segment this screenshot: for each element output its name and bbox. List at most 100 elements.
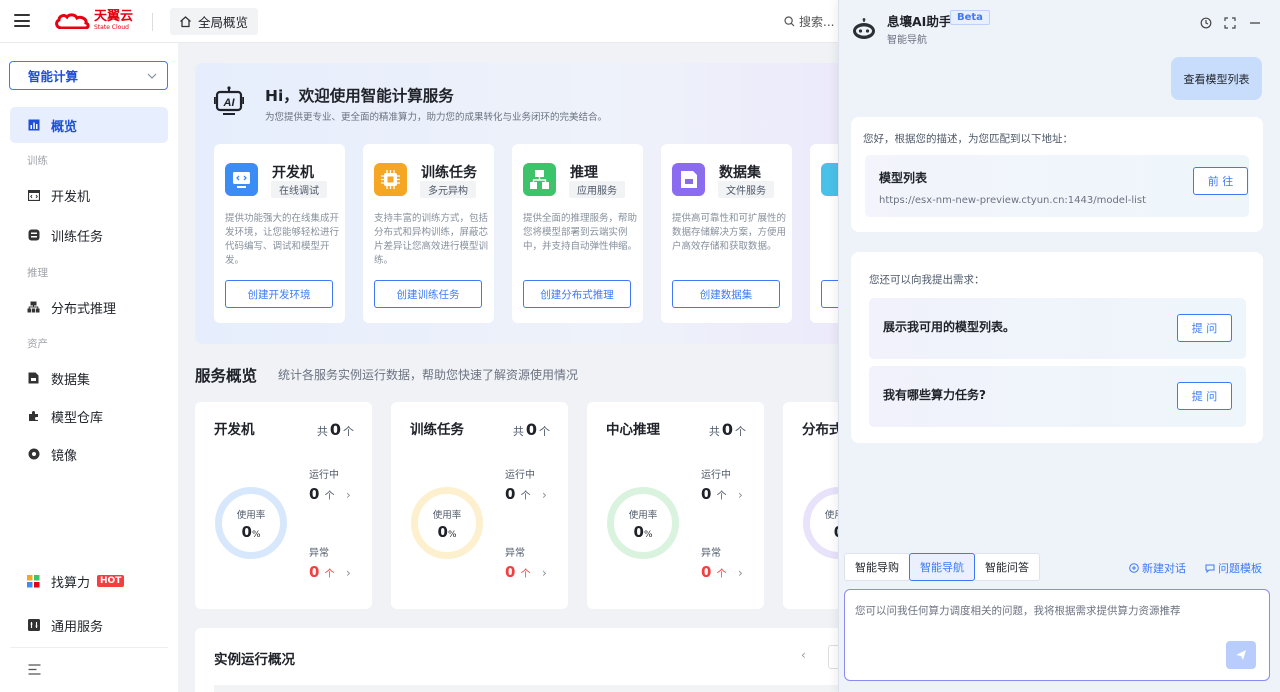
sidebar-item-label: 通用服务 bbox=[51, 619, 104, 635]
stat-card-training: 训练任务 共0个 使用率 0% 运行中 0 个 › 异常 0 个 › bbox=[391, 402, 568, 609]
result-url[interactable]: https://esx-nm-new-preview.ctyun.cn:1443… bbox=[879, 195, 1146, 206]
feature-card-desc: 提供全面的推理服务，帮助您将模型部署到云端实例中，并支持自动弹性伸缩。 bbox=[523, 213, 638, 252]
sidebar-item-label: 训练任务 bbox=[51, 229, 104, 245]
error-value: 0 个 bbox=[505, 563, 531, 581]
chevron-right-icon[interactable]: › bbox=[346, 488, 351, 502]
sidebar-item-dataset[interactable]: 数据集 bbox=[10, 360, 168, 396]
sidebar-item-overview[interactable]: 概览 bbox=[10, 107, 168, 143]
create-dev-env-button[interactable]: 创建开发环境 bbox=[225, 280, 333, 308]
suggestion-panel: 您还可以向我提出需求： 展示我可用的模型列表。 提 问 我有哪些算力任务? 提 … bbox=[851, 252, 1263, 443]
home-icon bbox=[180, 16, 191, 28]
sidebar-item-label: 概览 bbox=[51, 119, 78, 135]
cloud-logo-icon bbox=[55, 13, 90, 29]
sidebar-item-label: 找算力 bbox=[51, 575, 91, 591]
ask-hint: 您还可以向我提出需求： bbox=[869, 274, 985, 286]
logo-text: 天翼云 bbox=[94, 9, 134, 24]
tab-smart-navigation[interactable]: 智能导航 bbox=[909, 553, 975, 581]
usage-value: 0% bbox=[241, 523, 261, 541]
question-templates-button[interactable]: 问题模板 bbox=[1205, 560, 1262, 576]
send-button[interactable] bbox=[1226, 641, 1256, 669]
new-chat-label: 新建对话 bbox=[1142, 562, 1186, 575]
stat-total: 共0个 bbox=[708, 420, 746, 439]
section-label-training: 训练 bbox=[27, 155, 48, 167]
welcome-title: Hi，欢迎使用智能计算服务 bbox=[265, 87, 454, 105]
table-header bbox=[214, 685, 848, 692]
feature-card-desc: 提供功能强大的在线集成开发环境，让您能够轻松进行代码编写、调试和模型开发。 bbox=[225, 213, 340, 266]
user-message: 查看模型列表 bbox=[1171, 57, 1262, 100]
feature-card-tag: 应用服务 bbox=[569, 181, 625, 198]
running-value: 0 个 bbox=[505, 485, 531, 503]
stat-card-title: 中心推理 bbox=[606, 422, 660, 438]
history-icon[interactable] bbox=[1199, 16, 1213, 30]
ask-button[interactable]: 提 问 bbox=[1177, 314, 1232, 342]
fullscreen-icon[interactable] bbox=[1223, 16, 1237, 30]
sidebar-item-model-repo[interactable]: 模型仓库 bbox=[10, 398, 168, 434]
image-icon bbox=[27, 448, 40, 461]
svg-text:AI: AI bbox=[223, 97, 236, 109]
overview-subtitle: 统计各服务实例运行数据，帮助您快速了解资源使用情况 bbox=[278, 368, 579, 382]
tab-smart-qa[interactable]: 智能问答 bbox=[974, 553, 1040, 581]
sidebar-item-general-service[interactable]: 通用服务 bbox=[10, 607, 168, 643]
usage-ring: 使用率 0% bbox=[411, 487, 483, 559]
general-service-icon bbox=[27, 619, 40, 632]
instance-overview: 实例运行概况 ‹ bbox=[195, 628, 848, 692]
search-icon bbox=[784, 16, 795, 27]
logo-subtext: State Cloud bbox=[94, 24, 129, 31]
sidebar-item-training-task[interactable]: 训练任务 bbox=[10, 217, 168, 253]
running-value: 0 个 bbox=[309, 485, 335, 503]
feature-card-desc: 提供高可靠性和可扩展性的数据存储解决方案，方便用户高效存储和获取数据。 bbox=[672, 213, 787, 252]
train-task-icon bbox=[27, 229, 40, 242]
welcome-subtitle: 为您提供更专业、更全面的精准算力，助力您的成果转化与业务闭环的完美结合。 bbox=[265, 112, 608, 123]
usage-ring: 使用率 0% bbox=[215, 487, 287, 559]
find-power-icon bbox=[27, 574, 40, 588]
result-card: 模型列表 https://esx-nm-new-preview.ctyun.cn… bbox=[865, 155, 1249, 217]
assistant-reply: 您好，根据您的描述，为您匹配到以下地址： 模型列表 https://esx-nm… bbox=[851, 117, 1263, 232]
search-box[interactable]: 搜索... bbox=[770, 8, 848, 35]
section-label-inference: 推理 bbox=[27, 267, 48, 279]
sidebar-item-label: 模型仓库 bbox=[51, 410, 104, 426]
beta-badge: Beta bbox=[950, 10, 990, 25]
feature-card-desc: 支持丰富的训练方式，包括分布式和异构训练，屏蔽芯片差异让您高效进行模型训练。 bbox=[374, 213, 489, 266]
breadcrumb-label: 全局概览 bbox=[198, 15, 249, 30]
create-distributed-inference-button[interactable]: 创建分布式推理 bbox=[523, 280, 631, 308]
minimize-icon[interactable] bbox=[1248, 16, 1262, 30]
chevron-right-icon[interactable]: › bbox=[542, 488, 547, 502]
running-label: 运行中 bbox=[309, 470, 339, 481]
chevron-right-icon[interactable]: › bbox=[542, 566, 547, 580]
go-button[interactable]: 前 往 bbox=[1193, 167, 1248, 195]
question-text: 我有哪些算力任务? bbox=[883, 388, 986, 402]
ask-button[interactable]: 提 问 bbox=[1177, 382, 1232, 410]
collapse-sidebar-icon[interactable] bbox=[28, 664, 41, 678]
usage-label: 使用率 bbox=[236, 510, 266, 521]
usage-label: 使用率 bbox=[628, 510, 658, 521]
usage-value: 0% bbox=[633, 523, 653, 541]
create-training-task-button[interactable]: 创建训练任务 bbox=[374, 280, 482, 308]
chevron-right-icon[interactable]: › bbox=[738, 566, 743, 580]
feature-card-inference: 推理 应用服务 提供全面的推理服务，帮助您将模型部署到云端实例中，并支持自动弹性… bbox=[512, 144, 643, 323]
sidebar-item-image[interactable]: 镜像 bbox=[10, 436, 168, 472]
sidebar-item-dev-machine[interactable]: 开发机 bbox=[10, 177, 168, 213]
tab-smart-shopping[interactable]: 智能导购 bbox=[844, 553, 910, 581]
assistant-mode-tabs: 智能导购 智能导航 智能问答 bbox=[844, 553, 1040, 581]
feature-card-title: 推理 bbox=[570, 165, 598, 181]
feature-card-tag: 文件服务 bbox=[718, 181, 774, 198]
code-window-icon bbox=[27, 189, 40, 202]
product-selector[interactable]: 智能计算 bbox=[9, 61, 168, 90]
menu-icon[interactable] bbox=[14, 14, 30, 27]
ai-assistant-panel: 息壤AI助手 Beta 智能导航 查看模型列表 您好，根据您的描述，为您匹配到以… bbox=[838, 0, 1280, 692]
chevron-right-icon[interactable]: › bbox=[346, 566, 351, 580]
feature-card-title: 训练任务 bbox=[421, 165, 477, 181]
chat-input[interactable]: 您可以问我任何算力调度相关的问题，我将根据需求提供算力资源推荐 bbox=[844, 589, 1270, 681]
error-label: 异常 bbox=[701, 548, 721, 559]
chevron-right-icon[interactable]: › bbox=[738, 488, 743, 502]
breadcrumb[interactable]: 全局概览 bbox=[170, 8, 259, 35]
running-label: 运行中 bbox=[701, 470, 731, 481]
usage-ring: 使用率 0% bbox=[607, 487, 679, 559]
ctyun-logo[interactable]: 天翼云 State Cloud bbox=[54, 9, 144, 33]
create-dataset-button[interactable]: 创建数据集 bbox=[672, 280, 780, 308]
ai-robot-icon: AI bbox=[214, 86, 244, 115]
sidebar-item-find-power[interactable]: 找算力 HOT bbox=[10, 563, 168, 599]
chevron-left-icon[interactable]: ‹ bbox=[801, 648, 806, 662]
new-chat-button[interactable]: 新建对话 bbox=[1129, 560, 1186, 576]
sidebar-item-distributed-inference[interactable]: 分布式推理 bbox=[10, 289, 168, 325]
